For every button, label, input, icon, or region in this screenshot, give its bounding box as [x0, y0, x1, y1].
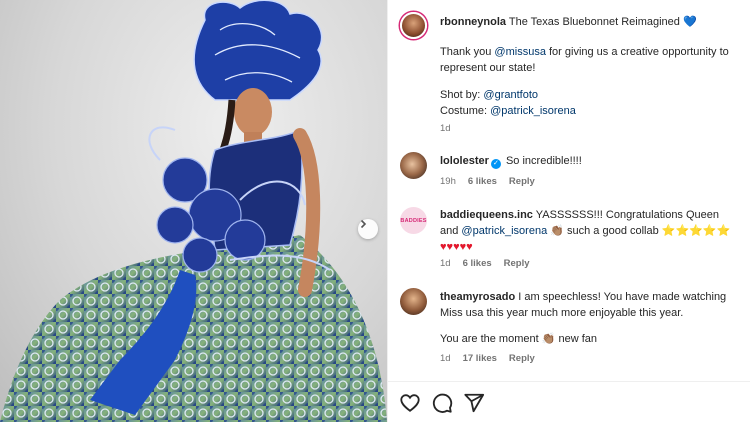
chevron-right-icon: [360, 219, 367, 229]
comment-2: baddiequeens.inc YASSSSSS!!! Congratulat…: [440, 207, 740, 255]
costume-label: Costume:: [440, 105, 491, 117]
comment-text-2: You are the moment 👏🏽 new fan: [440, 333, 597, 345]
baddies-logo: BADDIES: [400, 217, 427, 224]
caption: rbonneynola The Texas Bluebonnet Reimagi…: [440, 14, 740, 30]
comment-likes[interactable]: 6 likes: [463, 258, 492, 269]
verified-badge-icon: ✓: [490, 159, 501, 169]
comment-icon[interactable]: [431, 392, 453, 414]
commenter-avatar[interactable]: [400, 288, 427, 315]
mention-grantfoto[interactable]: @grantfoto: [483, 89, 538, 101]
share-icon[interactable]: [463, 392, 485, 414]
mention-patrick-isorena[interactable]: @patrick_isorena: [490, 105, 576, 117]
comment-1: lololester ✓ So incredible!!!!: [440, 153, 740, 169]
comment-3: theamyrosado I am speechless! You have m…: [440, 289, 740, 321]
shot-by-label: Shot by:: [440, 89, 484, 101]
reply-button[interactable]: Reply: [509, 176, 535, 187]
reply-button[interactable]: Reply: [504, 258, 530, 269]
mention-patrick-isorena[interactable]: @patrick_isorena: [461, 225, 547, 237]
post-image[interactable]: [0, 0, 387, 422]
reply-button[interactable]: Reply: [509, 353, 535, 364]
comment-time[interactable]: 1d: [440, 258, 451, 269]
caption-title: The Texas Bluebonnet Reimagined: [508, 16, 680, 28]
caption-time[interactable]: 1d: [440, 123, 451, 134]
post-photo-illustration: [0, 0, 387, 422]
caption-text: Thank you: [440, 46, 495, 58]
caption-meta: 1d: [440, 123, 451, 134]
caption-body: Thank you @missusa for giving us a creat…: [440, 44, 740, 76]
commenter-avatar[interactable]: [400, 152, 427, 179]
comment-likes[interactable]: 6 likes: [468, 176, 497, 187]
post-actions: [388, 381, 750, 422]
commenter-avatar[interactable]: BADDIES: [400, 207, 427, 234]
comment-likes[interactable]: 17 likes: [463, 353, 497, 364]
comments-panel: rbonneynola The Texas Bluebonnet Reimagi…: [387, 0, 750, 422]
heart-icon[interactable]: [399, 392, 421, 414]
comment-username[interactable]: baddiequeens.inc: [440, 209, 533, 221]
comment-3-meta: 1d 17 likes Reply: [440, 353, 535, 364]
comment-2-meta: 1d 6 likes Reply: [440, 258, 530, 269]
caption-credits: Shot by: @grantfoto Costume: @patrick_is…: [440, 87, 740, 119]
comment-text: So incredible!!!!: [505, 155, 582, 167]
mention-missusa[interactable]: @missusa: [494, 46, 546, 58]
next-image-button[interactable]: [358, 219, 378, 239]
comment-username[interactable]: lololester: [440, 155, 489, 167]
comment-3-line2: You are the moment 👏🏽 new fan: [440, 331, 740, 347]
blue-heart-icon: 💙: [682, 16, 697, 28]
owner-avatar[interactable]: [400, 12, 427, 39]
comment-1-meta: 19h 6 likes Reply: [440, 176, 535, 187]
red-hearts-icon: ♥♥♥♥♥: [440, 241, 473, 253]
caption-username[interactable]: rbonneynola: [440, 16, 506, 28]
comment-time[interactable]: 1d: [440, 353, 451, 364]
comment-username[interactable]: theamyrosado: [440, 291, 515, 303]
comments-scroll[interactable]: rbonneynola The Texas Bluebonnet Reimagi…: [388, 0, 750, 381]
comment-time[interactable]: 19h: [440, 176, 456, 187]
comment-text-cont: 👏🏽 such a good collab ⭐⭐⭐⭐⭐: [547, 225, 731, 237]
